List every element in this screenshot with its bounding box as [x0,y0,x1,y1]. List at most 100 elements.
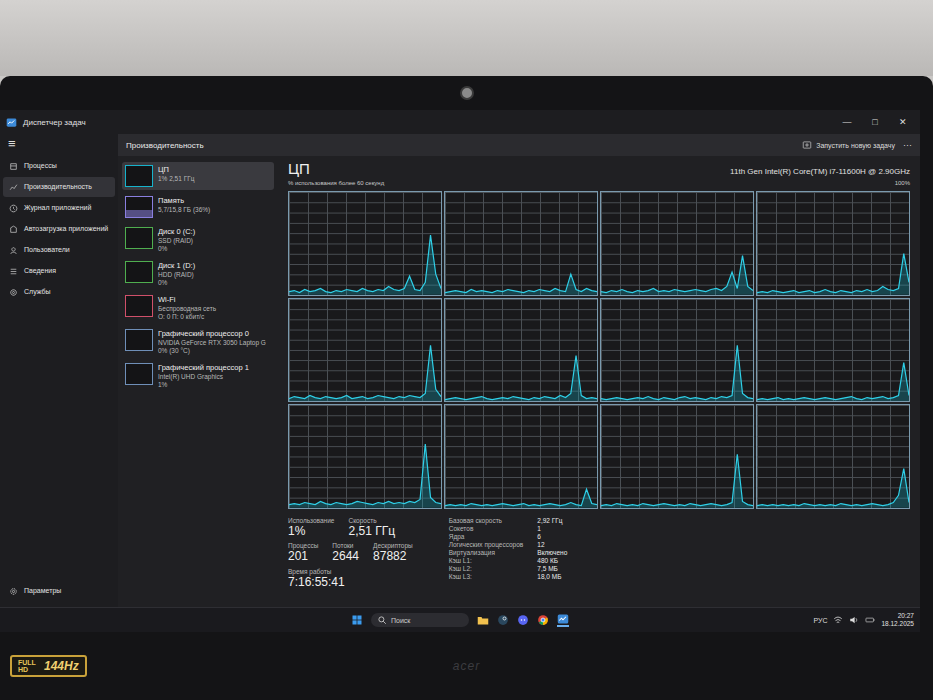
sidebar: ≡ПроцессыПроизводительностьЖурнал прилож… [0,134,118,607]
stat: Использование1% [288,517,334,538]
window-title: Диспетчер задач [23,118,86,127]
bezel-bottom: FULL HD144Hz acer [0,632,933,700]
core-chart [756,404,910,509]
nav-icon [9,267,18,276]
chat-icon[interactable] [517,614,529,626]
device-thumbnail [125,196,153,218]
core-chart [444,404,598,509]
device-thumbnail [125,363,153,385]
window-control[interactable]: □ [864,117,886,127]
core-chart [288,191,442,296]
sidebar-item[interactable]: Журнал приложений [3,198,115,218]
usage-line [601,192,753,295]
spec-label: Ядра [449,533,524,540]
uptime: Время работы7:16:55:41 [288,568,413,589]
cpu-title: ЦП [288,160,310,177]
usage-line [289,192,441,295]
stat: Процессы201 [288,542,318,563]
device-item[interactable]: Wi-FiБеспроводная сетьО: 0 П: 0 кбит/с [122,292,274,323]
brand-logo: acer [453,659,480,673]
window-control[interactable]: — [836,117,858,127]
spec-value: 12 [537,541,567,548]
chart-caption: % использования более 60 секунд [288,180,384,189]
sidebar-item[interactable]: Автозагрузка приложений [3,219,115,239]
sidebar-item[interactable]: Службы [3,282,115,302]
system-tray: РУС 20:2718.12.2025 [569,612,914,628]
display-sticker: FULL HD144Hz [10,655,87,677]
gear-icon [9,587,18,596]
core-chart [444,298,598,403]
wifi-icon[interactable] [833,615,843,625]
usage-line [757,299,909,402]
settings-item[interactable]: Параметры [3,581,115,601]
nav-icon [9,246,18,255]
search-box[interactable]: Поиск [371,613,469,627]
nav-icon [9,225,18,234]
core-chart [444,191,598,296]
wall [0,0,933,76]
spec-label: Сокетов [449,525,524,532]
chrome-icon[interactable] [537,614,549,626]
folder-icon[interactable] [477,614,489,626]
screen: Диспетчер задач—□✕≡ПроцессыПроизводитель… [0,110,920,632]
more-button[interactable]: ··· [903,140,912,150]
run-task-button[interactable]: Запустить новую задачу [802,140,895,150]
device-item[interactable]: Диск 1 (D:)HDD (RAID)0% [122,258,274,289]
spec-value: 6 [537,533,567,540]
sidebar-item[interactable]: Производительность [3,177,115,197]
device-list: ЦП1% 2,51 ГГц Память5,7/15,8 ГБ (36%) Диск… [118,156,278,607]
core-chart [600,298,754,403]
stat: Дескрипторы87882 [373,542,413,563]
spec-label: Кэш L2: [449,565,524,572]
cpu-panel: ЦП11th Gen Intel(R) Core(TM) i7-11600H @… [278,156,920,607]
stat: Скорость2,51 ГГц [348,517,395,538]
spec-value: 1 [537,525,567,532]
sidebar-item[interactable]: Процессы [3,156,115,176]
steam-icon[interactable] [497,614,509,626]
cpu-charts [288,191,910,509]
device-item[interactable]: Графический процессор 0NVIDIA GeForce RT… [122,326,274,357]
sidebar-item[interactable]: Сведения [3,261,115,281]
menu-button[interactable]: ≡ [0,136,118,155]
spec-value: 7,5 МБ [537,565,567,572]
language-indicator[interactable]: РУС [813,617,827,624]
page-header: Производительность Запустить новую задач… [118,134,920,156]
task-manager-icon[interactable] [557,613,569,627]
title-bar: Диспетчер задач — □ ✕ [0,110,920,134]
clock[interactable]: 20:2718.12.2025 [881,612,914,628]
cpu-stats: Использование1% Скорость2,51 ГГц Процессы2… [288,509,910,589]
core-chart [600,404,754,509]
run-task-icon [802,140,812,150]
nav-icon [9,162,18,171]
usage-line [445,192,597,295]
core-chart [288,404,442,509]
battery-icon[interactable] [865,615,875,625]
photo-scene: Диспетчер задач—□✕≡ПроцессыПроизводитель… [0,0,933,700]
spec-value: 480 КБ [537,557,567,564]
spec-label: Кэш L1: [449,557,524,564]
webcam-icon [460,86,474,100]
laptop: Диспетчер задач—□✕≡ПроцессыПроизводитель… [0,76,933,700]
speaker-icon[interactable] [849,615,859,625]
page-title: Производительность [126,141,204,150]
device-item[interactable]: ЦП1% 2,51 ГГц [122,162,274,190]
usage-line [289,299,441,402]
core-chart [756,298,910,403]
usage-line [601,299,753,402]
start-icon[interactable] [351,614,363,626]
device-thumbnail [125,295,153,317]
device-item[interactable]: Графический процессор 1Intel(R) UHD Grap… [122,360,274,391]
device-thumbnail [125,329,153,351]
window-control[interactable]: ✕ [892,117,914,127]
chart-max: 100% [895,180,910,189]
device-item[interactable]: Диск 0 (C:)SSD (RAID)0% [122,224,274,255]
cpu-specs: Базовая скорость2,92 ГГцСокетов1Ядра6Лог… [449,517,568,589]
sidebar-item[interactable]: Пользователи [3,240,115,260]
spec-label: Виртуализация [449,549,524,556]
search-icon [377,615,387,625]
spec-label: Кэш L3: [449,573,524,580]
device-item[interactable]: Память5,7/15,8 ГБ (36%) [122,193,274,221]
usage-line [289,405,441,508]
core-chart [756,191,910,296]
usage-line [601,405,753,508]
